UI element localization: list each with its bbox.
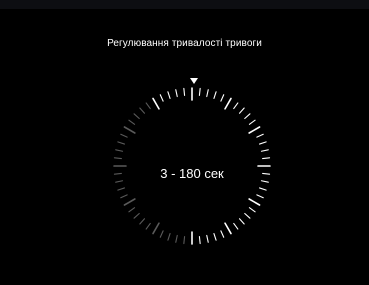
dial-minor-tick bbox=[198, 236, 201, 245]
dial-major-tick bbox=[123, 126, 136, 134]
dial-minor-tick bbox=[256, 133, 264, 138]
dial-minor-tick bbox=[183, 236, 186, 245]
dial-major-tick bbox=[224, 97, 232, 110]
dial-minor-tick bbox=[117, 141, 126, 145]
alarm-duration-screen: Регулювання тривалості тривоги 3 - 180 с… bbox=[0, 0, 369, 285]
dial-minor-tick bbox=[175, 234, 178, 243]
dial-major-tick bbox=[248, 126, 261, 134]
dial-minor-tick bbox=[213, 91, 217, 100]
dial-minor-tick bbox=[120, 133, 128, 138]
dial-minor-tick bbox=[206, 89, 209, 98]
dial-minor-tick bbox=[233, 222, 239, 230]
dial-minor-tick bbox=[198, 87, 201, 96]
triangle-down-icon bbox=[190, 78, 198, 84]
dial-minor-tick bbox=[117, 187, 126, 191]
dial-minor-tick bbox=[120, 194, 128, 199]
dial-minor-tick bbox=[167, 232, 171, 241]
dial-major-tick bbox=[123, 198, 136, 206]
dial-minor-tick bbox=[159, 230, 164, 238]
dial-major-tick bbox=[152, 97, 160, 110]
dial-minor-tick bbox=[248, 207, 256, 213]
dial-minor-tick bbox=[139, 218, 146, 225]
page-title: Регулювання тривалості тривоги bbox=[107, 38, 262, 49]
dial-minor-tick bbox=[133, 113, 140, 120]
dial-major-tick bbox=[224, 222, 232, 235]
dial-minor-tick bbox=[139, 107, 146, 114]
top-bar bbox=[0, 0, 369, 9]
dial-minor-tick bbox=[145, 222, 151, 230]
dial-minor-tick bbox=[248, 119, 256, 125]
dial-minor-tick bbox=[238, 218, 245, 225]
dial-minor-tick bbox=[213, 232, 217, 241]
dial-minor-tick bbox=[145, 102, 151, 110]
dial-minor-tick bbox=[113, 157, 122, 160]
dial-minor-tick bbox=[128, 119, 136, 125]
dial-minor-tick bbox=[244, 212, 251, 219]
dial-major-tick bbox=[152, 222, 160, 235]
dial-minor-tick bbox=[175, 89, 178, 98]
dial-minor-tick bbox=[260, 149, 269, 152]
dial-minor-tick bbox=[233, 102, 239, 110]
dial-minor-tick bbox=[262, 157, 271, 160]
dial-major-tick bbox=[248, 198, 261, 206]
dial-minor-tick bbox=[206, 234, 209, 243]
dial-minor-tick bbox=[256, 194, 264, 199]
dial-minor-tick bbox=[133, 212, 140, 219]
dial-value: 3 - 180 сек bbox=[160, 166, 224, 181]
dial-minor-tick bbox=[258, 187, 267, 191]
dial-minor-tick bbox=[220, 230, 225, 238]
dial-minor-tick bbox=[159, 94, 164, 102]
dial-minor-tick bbox=[183, 87, 186, 96]
dial-minor-tick bbox=[244, 113, 251, 120]
dial-minor-tick bbox=[115, 149, 124, 152]
dial-minor-tick bbox=[238, 107, 245, 114]
dial-minor-tick bbox=[220, 94, 225, 102]
dial-minor-tick bbox=[258, 141, 267, 145]
dial-minor-tick bbox=[128, 207, 136, 213]
dial-minor-tick bbox=[167, 91, 171, 100]
